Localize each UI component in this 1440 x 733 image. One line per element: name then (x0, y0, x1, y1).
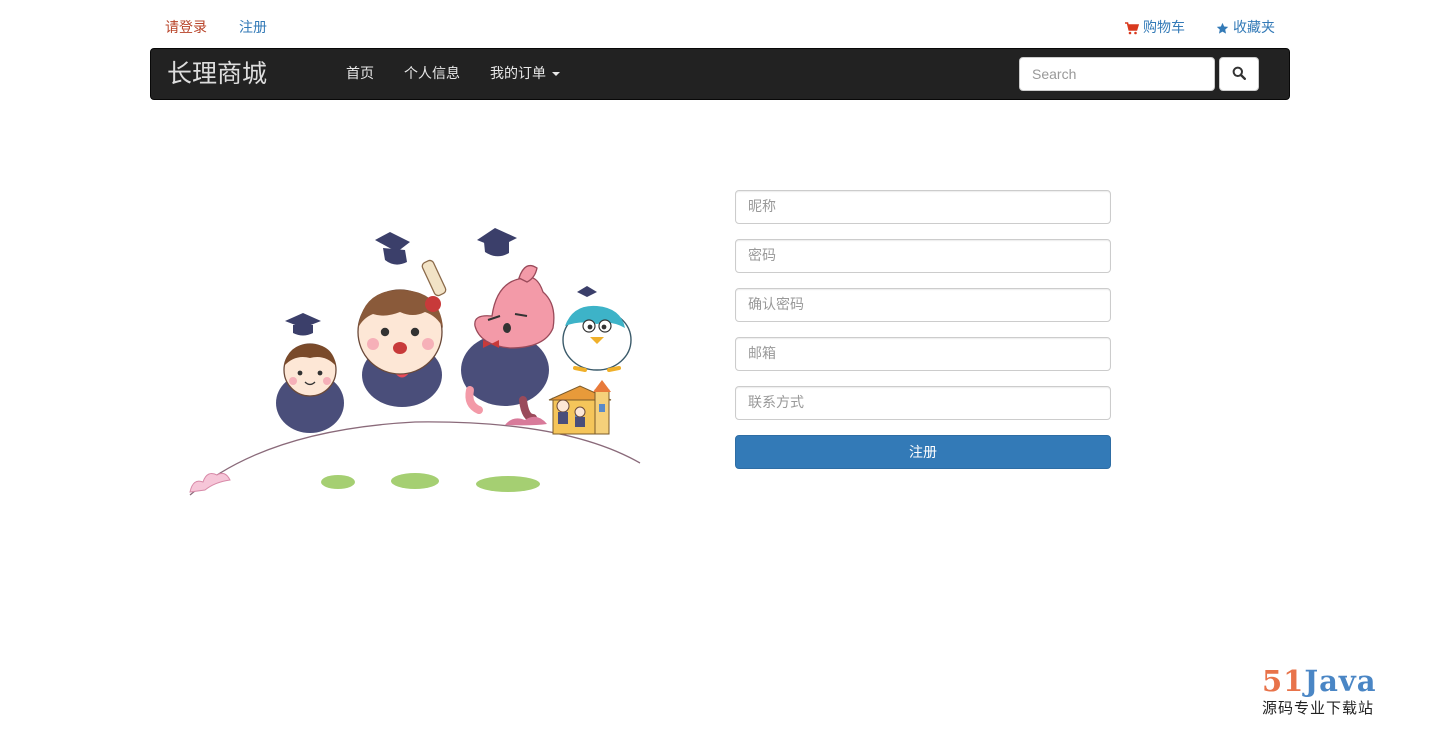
search-button[interactable] (1219, 57, 1259, 91)
nav-item-home[interactable]: 首页 (346, 65, 374, 83)
watermark-logo: 51Java (1262, 664, 1392, 698)
nav-item-profile[interactable]: 个人信息 (404, 65, 460, 83)
nav-item-orders-label: 我的订单 (490, 66, 546, 82)
watermark-logo-number: 51 (1262, 664, 1305, 698)
contact-field[interactable] (735, 386, 1111, 420)
star-icon (1216, 22, 1229, 35)
cart-link[interactable]: 购物车 (1125, 19, 1185, 37)
watermark: 51Java 源码专业下载站 (1262, 664, 1392, 718)
register-submit-button[interactable]: 注册 (735, 435, 1111, 469)
nav-item-orders-dropdown[interactable]: 我的订单 (490, 65, 560, 83)
search-input[interactable] (1019, 57, 1215, 91)
watermark-logo-text: Java (1304, 664, 1377, 698)
main-navbar: 长理商城 首页 个人信息 我的订单 (150, 48, 1290, 100)
brand-logo[interactable]: 长理商城 (167, 58, 267, 90)
confirm-password-field[interactable] (735, 288, 1111, 322)
cart-label: 购物车 (1143, 20, 1185, 36)
search-icon (1232, 66, 1247, 83)
nickname-field[interactable] (735, 190, 1111, 224)
register-form: 注册 (735, 190, 1111, 469)
email-field[interactable] (735, 337, 1111, 371)
password-field[interactable] (735, 239, 1111, 273)
shopping-cart-icon (1125, 21, 1139, 35)
watermark-subtitle: 源码专业下载站 (1262, 699, 1375, 717)
top-links-bar: 请登录 注册 购物车 收藏夹 (150, 14, 1290, 42)
caret-down-icon (552, 72, 560, 76)
register-link[interactable]: 注册 (239, 19, 267, 37)
favorites-label: 收藏夹 (1233, 20, 1275, 36)
favorites-link[interactable]: 收藏夹 (1216, 19, 1275, 37)
graduation-illustration (185, 220, 645, 505)
login-link[interactable]: 请登录 (165, 19, 207, 37)
